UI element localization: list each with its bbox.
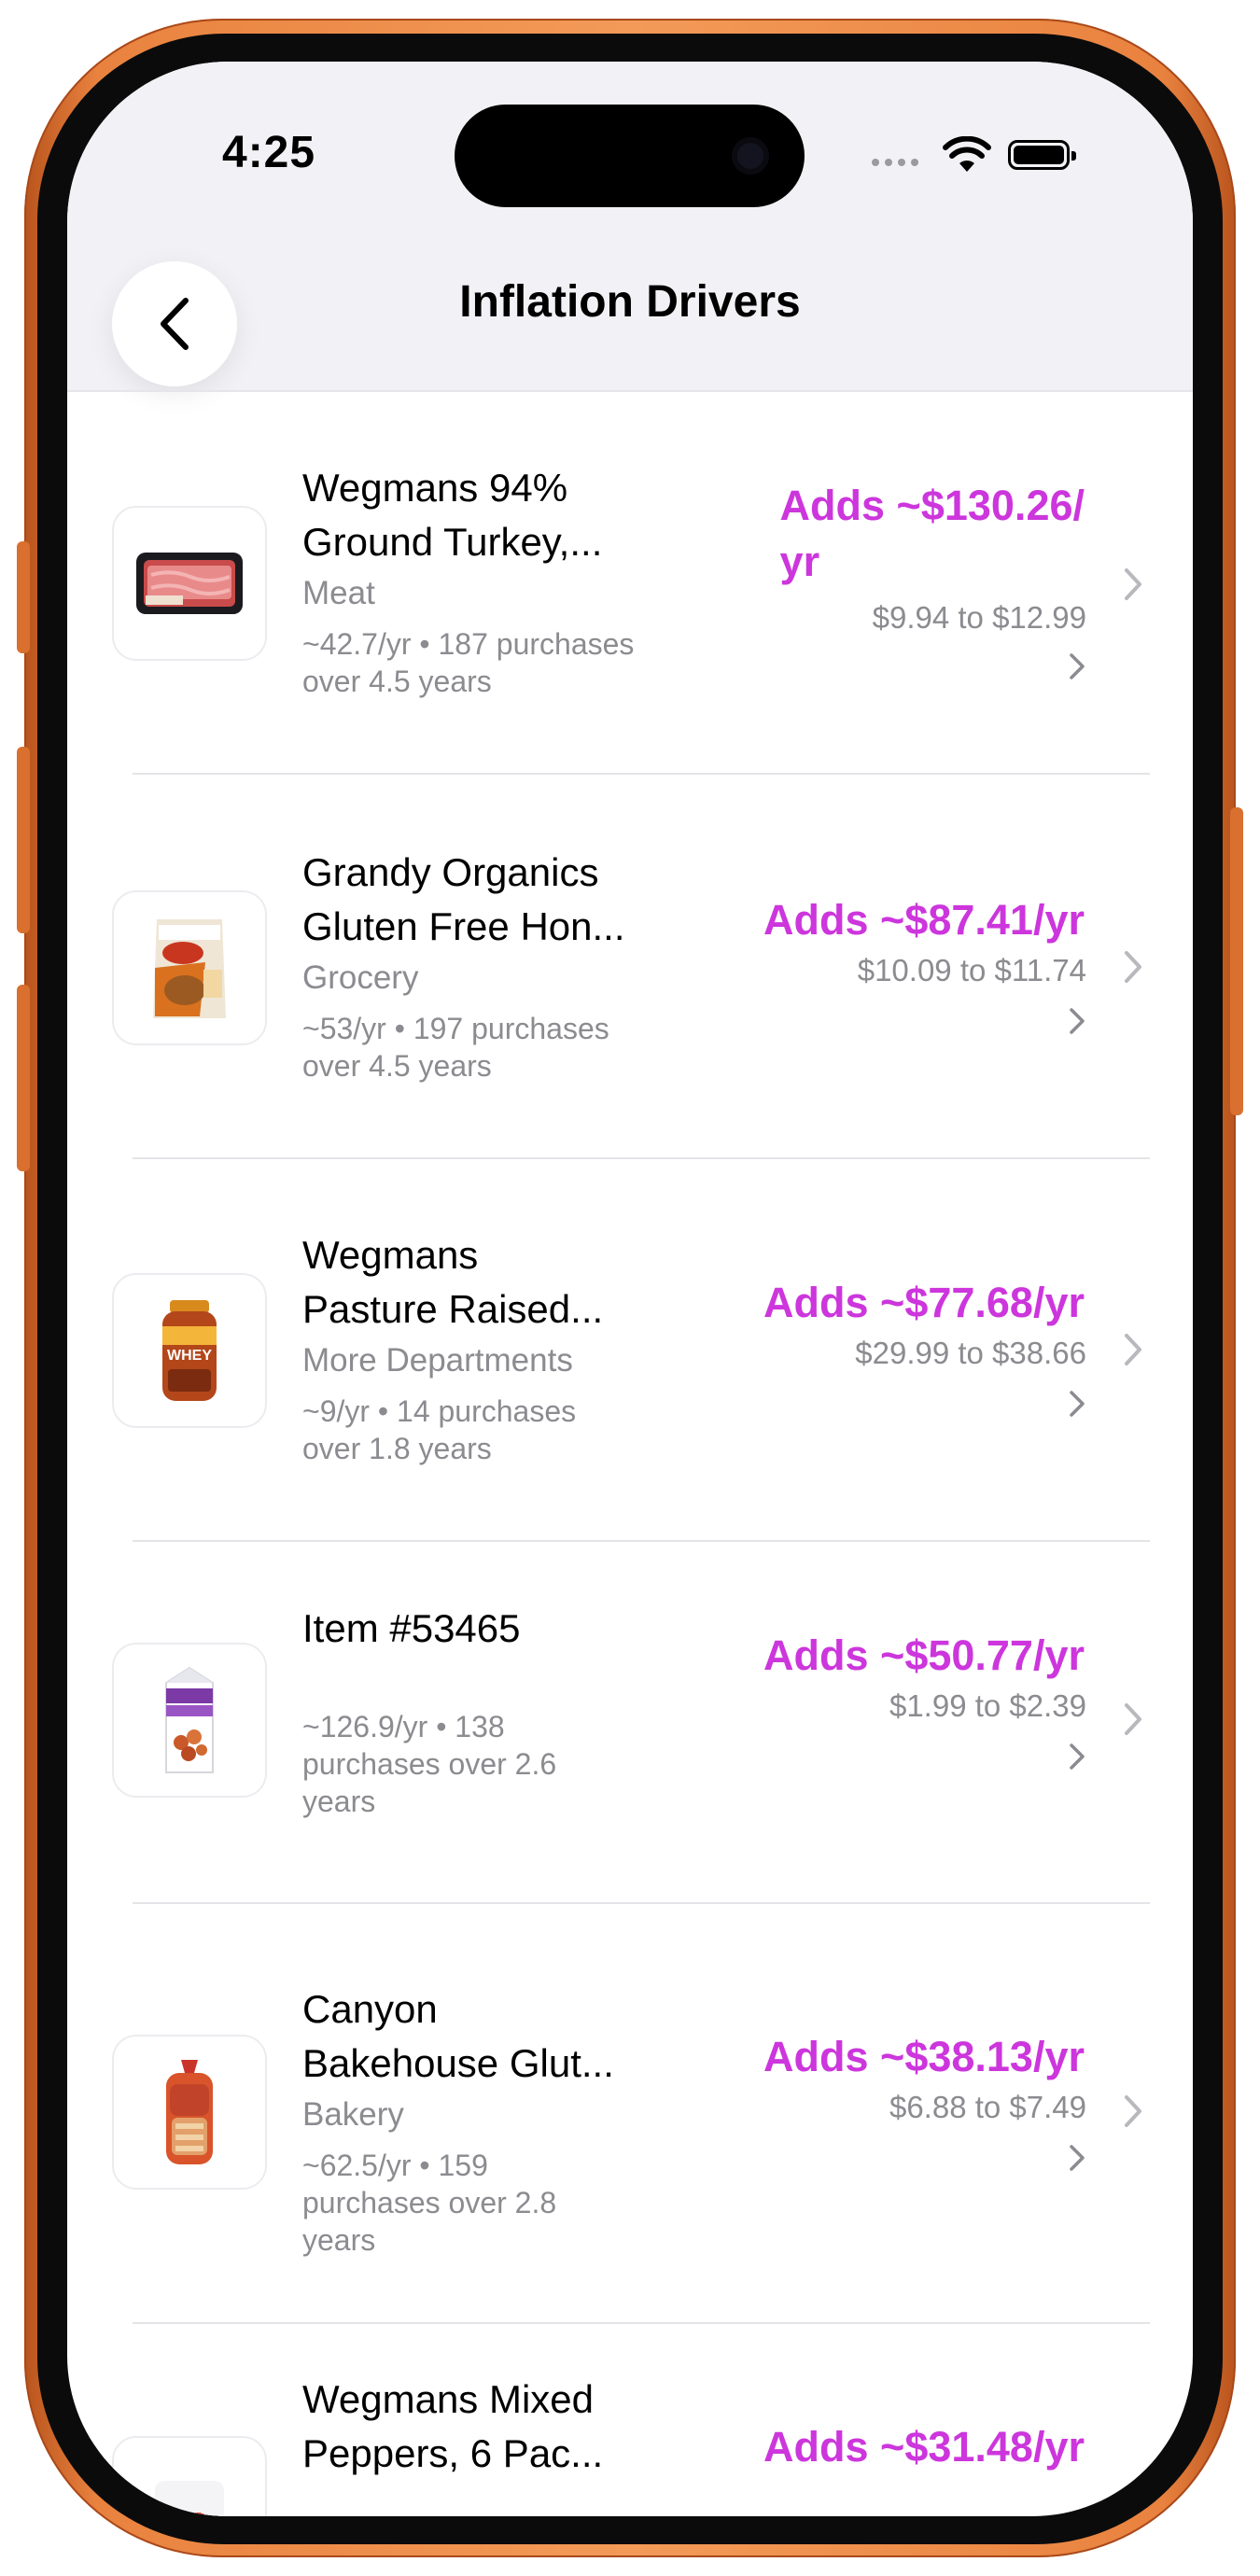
item-name: Canyon Bakehouse Glut...	[302, 1987, 614, 2085]
item-stats: ~53/yr • 197 purchases over 4.5 years	[302, 1012, 609, 1083]
list-item[interactable]: Item #53465 ~126.9/yr • 138 purchases ov…	[67, 1540, 1193, 1902]
status-time: 4:25	[222, 128, 316, 177]
product-image	[112, 2436, 267, 2516]
volume-up-button	[17, 747, 30, 933]
chevron-right-icon	[1125, 2095, 1141, 2127]
item-stats: ~62.5/yr • 159 purchases over 2.8 years	[302, 2149, 557, 2257]
item-price-range: $10.09 to $11.74	[857, 953, 1086, 987]
item-adds: Adds ~$31.48/yr	[763, 2423, 1085, 2471]
list-item[interactable]: Wegmans 94% Ground Turkey,... Meat ~42.7…	[67, 392, 1193, 765]
item-stats: ~42.7/yr • 187 purchases over 4.5 years	[302, 627, 635, 698]
item-adds: Adds ~$130.26/ yr	[779, 482, 1085, 585]
list-item[interactable]: Grandy Organics Gluten Free Hon... Groce…	[67, 775, 1193, 1157]
item-category: Grocery	[302, 959, 419, 996]
item-category: Bakery	[302, 2096, 404, 2133]
item-adds: Adds ~$77.68/yr	[763, 1279, 1085, 1326]
chevron-right-icon	[1070, 1743, 1085, 1770]
item-price-range: $9.94 to $12.99	[872, 600, 1086, 635]
page-title: Inflation Drivers	[459, 277, 801, 327]
volume-down-button	[17, 985, 30, 1171]
cellular-signal-icon	[872, 159, 918, 166]
whey-tub-icon: WHEY	[162, 1300, 217, 1401]
chevron-right-icon	[1125, 1703, 1141, 1735]
svg-text:WHEY: WHEY	[167, 1348, 212, 1364]
item-adds: Adds ~$50.77/yr	[763, 1631, 1085, 1679]
item-name: Wegmans Pasture Raised...	[302, 1233, 604, 1331]
screen: 4:25 Inflation Drivers Wegmans 94% Groun…	[67, 62, 1193, 2516]
item-price-range: $29.99 to $38.66	[855, 1336, 1086, 1370]
almond-milk-icon	[165, 1666, 214, 1773]
item-adds: Adds ~$38.13/yr	[763, 2033, 1085, 2080]
list-item[interactable]: WHEY Wegmans Pasture Raised... More Depa…	[67, 1157, 1193, 1540]
list-item[interactable]: Wegmans Mixed Peppers, 6 Pac... Adds ~$3…	[67, 2322, 1193, 2516]
item-category: Meat	[302, 575, 375, 611]
peppers-icon	[155, 2481, 224, 2516]
product-image	[112, 2035, 267, 2190]
chevron-right-icon	[1070, 653, 1085, 679]
list-item[interactable]: Canyon Bakehouse Glut... Bakery ~62.5/yr…	[67, 1902, 1193, 2322]
product-image	[112, 890, 267, 1045]
action-button	[17, 541, 30, 653]
product-image	[112, 1643, 267, 1798]
item-name: Grandy Organics Gluten Free Hon...	[302, 850, 625, 948]
item-name: Wegmans Mixed Peppers, 6 Pac...	[302, 2377, 604, 2475]
product-image: WHEY	[112, 1273, 267, 1428]
item-category: More Departments	[302, 1342, 573, 1379]
ground-turkey-icon	[136, 553, 243, 614]
chevron-right-icon	[1125, 568, 1141, 600]
front-camera-icon	[732, 137, 769, 175]
granola-icon	[153, 919, 226, 1018]
chevron-right-icon	[1070, 1008, 1085, 1034]
bread-bag-icon	[166, 2060, 213, 2164]
power-button	[1230, 807, 1243, 1115]
item-price-range: $1.99 to $2.39	[889, 1688, 1086, 1723]
chevron-right-icon	[1125, 951, 1141, 983]
item-name: Wegmans 94% Ground Turkey,...	[302, 466, 603, 564]
chevron-right-icon	[1125, 1334, 1141, 1365]
item-stats: ~9/yr • 14 purchases over 1.8 years	[302, 1394, 577, 1465]
chevron-right-icon	[1070, 1391, 1085, 1417]
item-stats: ~126.9/yr • 138 purchases over 2.6 years	[302, 1710, 557, 1818]
status-icons	[872, 134, 1096, 177]
item-adds: Adds ~$87.41/yr	[763, 896, 1085, 944]
chevron-right-icon	[1070, 2145, 1085, 2171]
dynamic-island	[455, 105, 805, 207]
product-image	[112, 506, 267, 661]
wifi-icon	[943, 136, 991, 172]
item-price-range: $6.88 to $7.49	[889, 2090, 1086, 2124]
battery-icon	[1008, 140, 1076, 170]
item-name: Item #53465	[302, 1606, 521, 1650]
